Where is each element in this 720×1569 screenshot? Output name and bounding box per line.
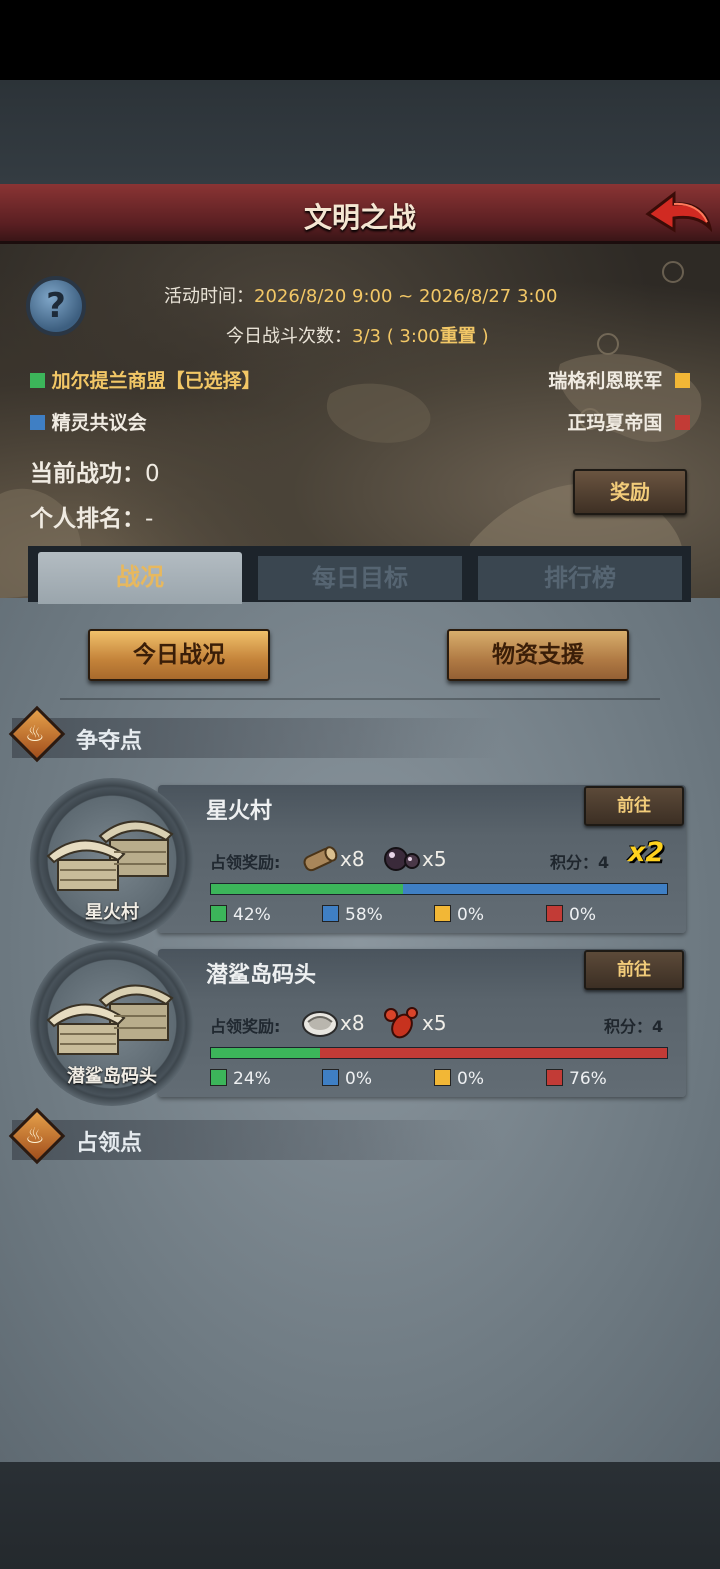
share-bar bbox=[210, 883, 668, 895]
back-arrow-icon[interactable] bbox=[644, 190, 713, 240]
faction-name: 加尔提兰商盟【已选择】 bbox=[51, 370, 261, 392]
share-red: 0% bbox=[546, 905, 596, 925]
score-label: 积分： bbox=[550, 853, 599, 872]
reward-qty: x8 bbox=[340, 1011, 365, 1035]
event-time-label: 活动时间： bbox=[164, 286, 254, 307]
event-time-value: 2026/8/20 9:00 ~ 2026/8/27 3:00 bbox=[254, 286, 558, 307]
share-blue: 58% bbox=[322, 905, 383, 925]
share-yellow: 0% bbox=[434, 1069, 484, 1089]
title-bar: 文明之战 bbox=[0, 184, 720, 244]
faction-zhengma-empire: 正玛夏帝国 bbox=[567, 408, 690, 435]
page-title: 文明之战 bbox=[303, 201, 416, 234]
share-yellow: 0% bbox=[434, 905, 484, 925]
rank-stat: 个人排名：- bbox=[30, 499, 153, 533]
medal-name: 星火村 bbox=[85, 902, 139, 923]
faction-regerion: 瑞格利恩联军 bbox=[548, 366, 690, 393]
goto-button[interactable]: 前往 bbox=[584, 950, 684, 990]
top-background bbox=[0, 80, 720, 184]
merit-stat: 当前战功：0 bbox=[30, 454, 160, 488]
section-contest-points: ♨ 争夺点 bbox=[8, 705, 502, 763]
battle-count: 今日战斗次数：3/3 ( 3:00重置 ) bbox=[226, 322, 489, 348]
reward-button[interactable]: 奖励 bbox=[573, 469, 687, 515]
score: 积分：4 bbox=[604, 1013, 663, 1037]
share-bar-red bbox=[320, 1048, 667, 1058]
battle-count-close: ) bbox=[475, 326, 489, 347]
oyster-icon bbox=[300, 1006, 338, 1037]
faction-color-red bbox=[675, 415, 690, 430]
dark-orb-icon bbox=[382, 842, 420, 872]
rank-label: 个人排名： bbox=[30, 506, 145, 532]
score-value: 4 bbox=[598, 853, 610, 872]
faction-name: 精灵共议会 bbox=[51, 412, 147, 434]
goto-button[interactable]: 前往 bbox=[584, 786, 684, 826]
flame-icon: ♨ bbox=[25, 1124, 45, 1149]
merit-value: 0 bbox=[145, 461, 160, 487]
share-green: 24% bbox=[210, 1069, 271, 1089]
today-status-button[interactable]: 今日战况 bbox=[88, 629, 270, 681]
section-title: 争夺点 bbox=[76, 729, 143, 754]
divider bbox=[60, 698, 660, 700]
event-time: 活动时间：2026/8/20 9:00 ~ 2026/8/27 3:00 bbox=[164, 282, 557, 308]
lobster-icon bbox=[382, 1006, 418, 1039]
score-label: 积分： bbox=[604, 1017, 653, 1036]
tab-battle-status[interactable]: 战况 bbox=[38, 552, 242, 604]
faction-color-blue bbox=[30, 415, 45, 430]
point-card-xinghuo: 星火村 前往 占领奖励: x8 x5 积分：4 x2 42% 58% 0% 0% bbox=[158, 785, 686, 933]
share-red: 76% bbox=[546, 1069, 607, 1089]
reward-label: 占领奖励: bbox=[210, 1017, 281, 1036]
faction-galtiran: 加尔提兰商盟【已选择】 bbox=[30, 366, 261, 393]
faction-elf-council: 精灵共议会 bbox=[30, 408, 147, 435]
score-value: 4 bbox=[652, 1017, 664, 1036]
reset-label: 重置 bbox=[439, 326, 476, 347]
tab-leaderboard[interactable]: 排行榜 bbox=[478, 556, 682, 600]
tab-daily-goals[interactable]: 每日目标 bbox=[258, 556, 462, 600]
share-bar-green bbox=[211, 1048, 321, 1058]
faction-name: 正玛夏帝国 bbox=[567, 412, 663, 434]
material-support-button[interactable]: 物资支援 bbox=[447, 629, 629, 681]
point-name: 星火村 bbox=[206, 799, 273, 824]
section-occupied-points: ♨ 占领点 bbox=[8, 1107, 502, 1165]
reward-qty: x5 bbox=[422, 1011, 447, 1035]
merit-label: 当前战功： bbox=[30, 461, 145, 487]
point-medal-qiansha[interactable]: 潜鲨岛码头 bbox=[30, 942, 194, 1106]
section-title: 占领点 bbox=[76, 1131, 143, 1156]
faction-color-yellow bbox=[675, 373, 690, 388]
share-bar-green bbox=[211, 884, 403, 894]
point-medal-xinghuo[interactable]: 星火村 bbox=[30, 778, 194, 942]
help-question-icon[interactable]: ? bbox=[26, 276, 86, 336]
status-bar-area bbox=[0, 0, 720, 80]
share-blue: 0% bbox=[322, 1069, 372, 1089]
reward-qty: x5 bbox=[422, 847, 447, 871]
share-bar-blue bbox=[402, 884, 667, 894]
score-multiplier: x2 bbox=[628, 837, 665, 868]
flame-icon: ♨ bbox=[25, 722, 45, 747]
reward-qty: x8 bbox=[340, 847, 365, 871]
medal-name: 潜鲨岛码头 bbox=[67, 1066, 157, 1087]
share-bar bbox=[210, 1047, 668, 1059]
battle-count-label: 今日战斗次数： bbox=[226, 326, 352, 347]
point-card-qiansha: 潜鲨岛码头 前往 占领奖励: x8 x5 积分：4 24% 0% 0% 76% bbox=[158, 949, 686, 1097]
reward-label: 占领奖励: bbox=[210, 853, 281, 872]
share-green: 42% bbox=[210, 905, 271, 925]
faction-color-green bbox=[30, 373, 45, 388]
bottom-bar bbox=[0, 1462, 720, 1569]
point-name: 潜鲨岛码头 bbox=[206, 963, 317, 988]
rank-value: - bbox=[145, 506, 154, 532]
battle-count-value: 3/3 ( 3:00 bbox=[352, 326, 440, 347]
wood-log-icon bbox=[300, 842, 338, 872]
faction-name: 瑞格利恩联军 bbox=[548, 370, 663, 392]
score: 积分：4 bbox=[550, 849, 609, 873]
